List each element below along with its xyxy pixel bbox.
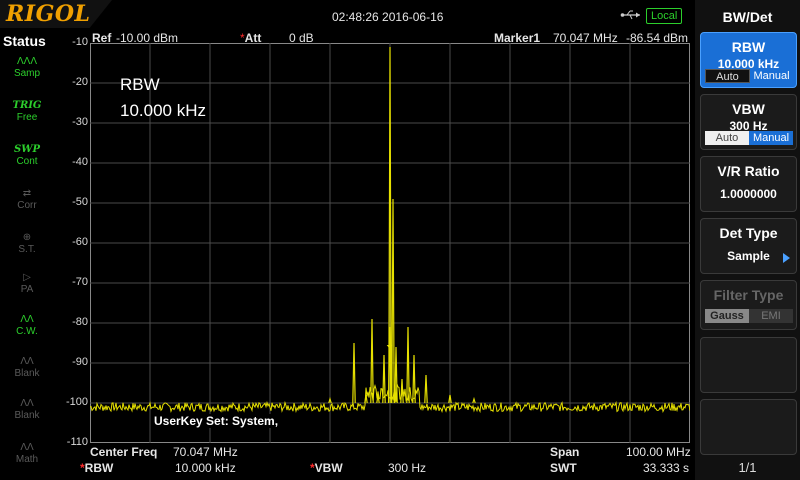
y-tick-label: -60 [72,236,88,248]
y-tick-label: -30 [72,116,88,128]
y-tick-label: -40 [72,156,88,168]
status-item-free: TRIG Free [7,96,47,130]
pa-icon: ▷ [23,272,31,283]
filter-emi-option: EMI [749,309,793,323]
y-tick-label: -80 [72,316,88,328]
y-tick-label: -10 [72,36,88,48]
status-item-blank: ΛΛ Blank [7,352,47,386]
spectrum-peak [424,374,428,404]
status-item-label: C.W. [16,326,38,337]
spectrum-peak [400,378,404,404]
spectrum-peak [472,396,476,404]
spectrum-peak [391,198,395,404]
wave-icon: ΛΛΛ [16,56,38,67]
rbw-annotation-label: RBW [120,75,160,94]
vbw-mode-toggle[interactable]: Auto Manual [705,131,793,145]
blank2-icon: ΛΛ [20,398,34,409]
math-icon: ΛΛ [20,442,34,453]
datetime: 02:48:26 2016-06-16 [332,10,444,24]
st-icon: ⊕ [22,232,32,243]
y-tick-label: -110 [66,436,88,448]
rbw-annotation-value: 10.000 kHz [120,101,206,120]
rbw-softkey[interactable]: RBW 10.000 kHz Auto Manual [700,32,797,88]
page-indicator: 1/1 [738,460,757,475]
swp-icon: SWP [14,144,40,155]
filter-type-toggle: Gauss EMI [705,309,793,323]
status-item-samp: ΛΛΛ Samp [7,52,47,86]
status-item-cont: SWP Cont [7,140,47,174]
trig-icon: TRIG [12,100,42,111]
rbw-manual-option[interactable]: Manual [750,69,793,83]
rbw-value: 10.000 kHz [175,461,236,475]
status-item-label: S.T. [18,244,36,255]
center-freq-label: Center Freq [90,445,158,459]
det-type-label: Det Type [719,225,778,241]
center-freq-value: 70.047 MHz [173,445,238,459]
cw-icon: ΛΛ [20,314,34,325]
vbw-manual-option[interactable]: Manual [749,131,793,145]
vr-ratio-value: 1.0000000 [720,187,777,201]
rbw-softkey-label: RBW [731,39,766,55]
status-item-label: Math [15,454,39,465]
status-item-label: Blank [14,368,40,379]
spectrum-peak [406,326,410,404]
vbw-value: 300 Hz [388,461,427,475]
filter-gauss-option: Gauss [705,309,749,323]
det-type-softkey[interactable]: Det Type Sample [700,218,797,274]
det-type-value: Sample [727,249,770,263]
spectrum-peak [352,342,356,404]
y-tick-label: -50 [72,196,88,208]
status-item-cw: ΛΛ C.W. [7,310,47,344]
rbw-label: *RBW [80,461,114,475]
swt-label: SWT [550,461,577,475]
blank1-icon: ΛΛ [20,356,34,367]
status-item-corr: ⇄ Corr [7,184,47,218]
status-item-pa: ▷ PA [7,268,47,302]
span-label: Span [550,445,580,459]
local-status-badge[interactable]: Local [646,8,683,24]
status-item-label: Free [16,112,38,123]
vbw-auto-option[interactable]: Auto [705,131,749,145]
status-item-blank: ΛΛ Blank [7,394,47,428]
filter-type-softkey: Filter Type Gauss EMI [700,280,797,330]
spectrum-peak [382,354,386,404]
vbw-label: *VBW [310,461,343,475]
y-tick-label: -70 [72,276,88,288]
rbw-mode-toggle[interactable]: Auto Manual [705,69,793,83]
status-item-st: ⊕ S.T. [7,228,47,262]
corr-icon: ⇄ [22,188,32,199]
menu-title: BW/Det [722,9,773,25]
status-item-label: Blank [14,410,40,421]
usb-icon [620,10,640,20]
vbw-softkey[interactable]: VBW 300 Hz Auto Manual [700,94,797,150]
vbw-softkey-label: VBW [732,101,765,117]
spectrum-peak [370,318,374,404]
brand-text: RIGOL [6,1,91,27]
status-item-label: Cont [16,156,38,167]
vr-ratio-label: V/R Ratio [717,163,780,179]
status-item-label: Samp [13,68,41,79]
userkey-set: UserKey Set: System, [152,414,281,428]
y-tick-label: -100 [65,396,88,408]
span-value: 100.00 MHz [626,445,691,459]
status-item-math: ΛΛ Math [7,438,47,472]
spectrum-peak [412,354,416,404]
status-title: Status [3,33,46,49]
status-item-label: PA [20,284,34,295]
filter-type-label: Filter Type [713,287,784,303]
y-tick-label: -20 [72,76,88,88]
empty-softkey-1[interactable] [700,337,797,393]
arrow-right-icon [783,253,790,263]
swt-value: 33.333 s [643,461,690,475]
y-tick-label: -90 [72,356,88,368]
rbw-auto-option[interactable]: Auto [705,69,750,83]
status-item-label: Corr [17,200,37,211]
empty-softkey-2[interactable] [700,399,797,455]
vr-ratio-softkey[interactable]: V/R Ratio 1.0000000 [700,156,797,212]
